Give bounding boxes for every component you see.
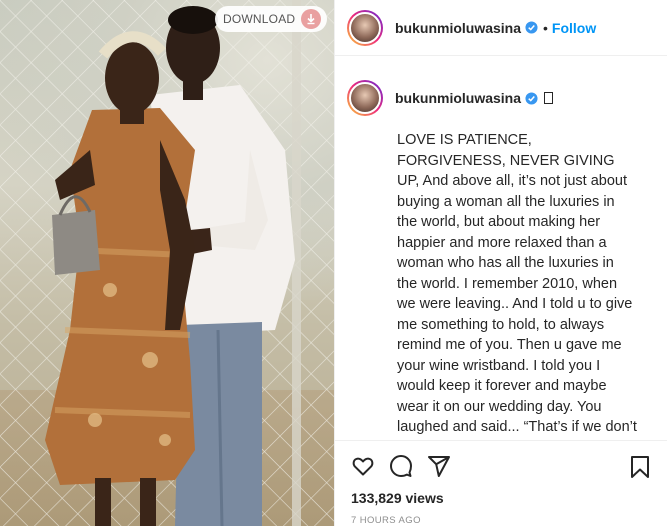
share-icon — [428, 456, 450, 477]
heart-icon — [352, 457, 374, 476]
download-label: DOWNLOAD — [223, 12, 296, 26]
post-photo[interactable]: DOWNLOAD — [0, 0, 334, 526]
verified-badge-icon — [525, 91, 538, 105]
caption-text: LOVE IS PATIENCE, FORGIVENESS, NEVER GIV… — [397, 132, 637, 440]
header-username[interactable]: bukunmioluwasina — [395, 20, 521, 36]
download-button[interactable]: DOWNLOAD — [215, 6, 327, 32]
action-icons — [335, 441, 667, 491]
post-timestamp[interactable]: 7 HOURS AGO — [351, 515, 421, 526]
save-button[interactable] — [628, 455, 652, 479]
caption-header: bukunmioluwasina — [347, 80, 663, 116]
caption-username[interactable]: bukunmioluwasina — [395, 90, 521, 106]
avatar[interactable] — [347, 9, 383, 46]
like-button[interactable] — [351, 454, 375, 478]
emoji-glyph — [544, 92, 554, 104]
caption-avatar[interactable] — [347, 80, 383, 116]
share-button[interactable] — [427, 454, 451, 478]
post-sidebar: bukunmioluwasina • Follow bukunmioluwasi… — [334, 0, 667, 526]
view-count[interactable]: 133,829 views — [351, 490, 444, 506]
post-header: bukunmioluwasina • Follow — [335, 0, 667, 56]
couple-figures — [45, 6, 295, 526]
follow-button[interactable]: Follow — [552, 20, 596, 36]
caption-section: bukunmioluwasina LOVE IS PATIENCE, FORGI… — [347, 80, 663, 440]
bookmark-icon — [631, 456, 649, 478]
header-separator: • — [543, 19, 548, 36]
verified-badge-icon — [525, 21, 538, 34]
action-bar: 133,829 views — [335, 440, 667, 526]
comment-button[interactable] — [389, 454, 413, 478]
comment-icon — [390, 455, 412, 477]
download-icon — [301, 9, 322, 29]
